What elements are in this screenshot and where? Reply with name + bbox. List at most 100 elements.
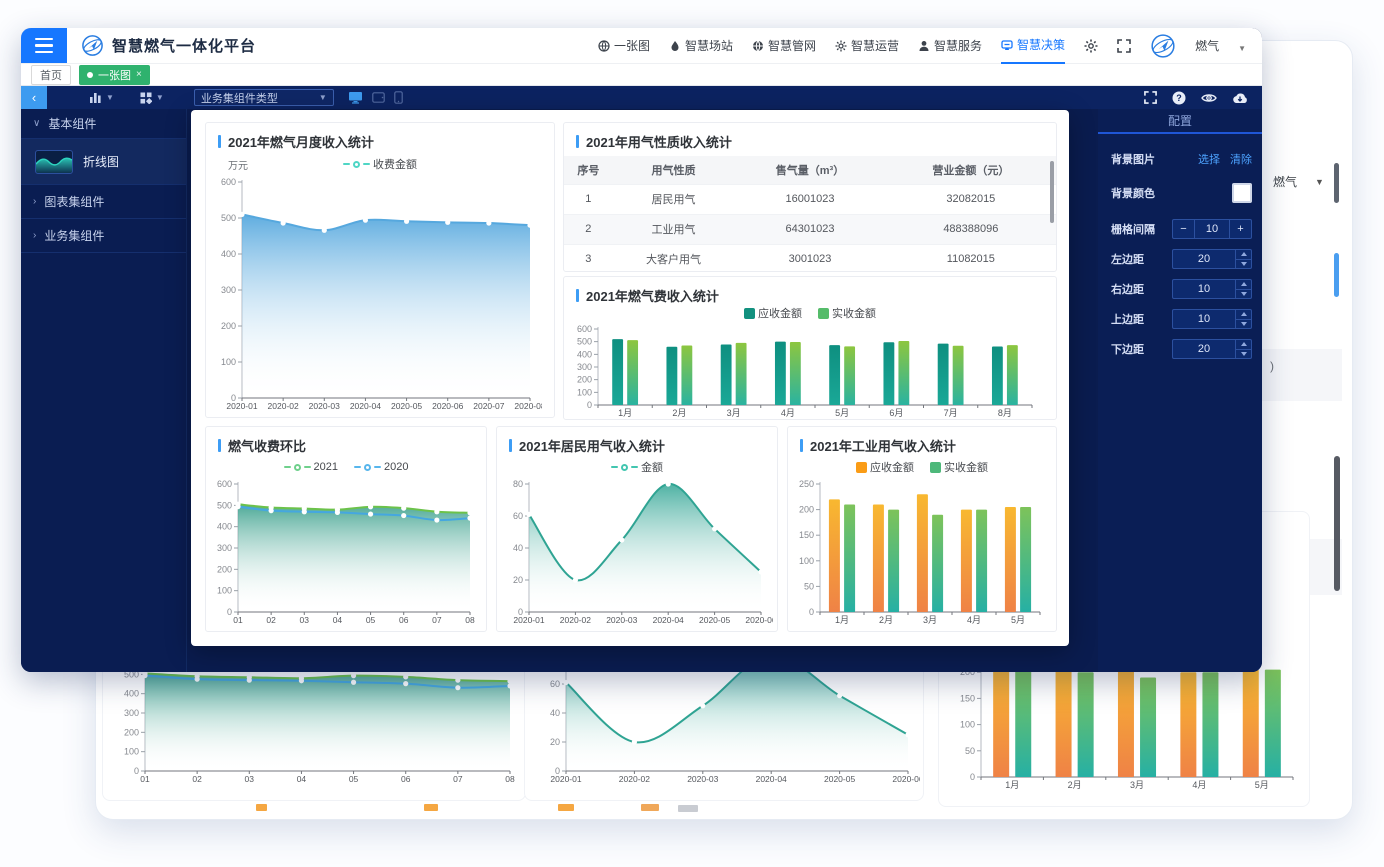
- table-row[interactable]: 2工业用气64301023488388096: [564, 214, 1056, 244]
- bg-legend-fragment: [641, 804, 659, 811]
- huanbi-chart[interactable]: 01002003004005006000102030405060708: [206, 476, 486, 632]
- margin-right-label: 右边距: [1111, 281, 1144, 297]
- settings-gear-icon[interactable]: [1084, 39, 1098, 53]
- chevron-right-icon: ›: [33, 196, 36, 207]
- nav-item-decision[interactable]: 智慧决策: [1001, 28, 1065, 64]
- margin-left-input[interactable]: 20: [1172, 249, 1252, 269]
- svg-text:03: 03: [300, 615, 310, 625]
- legend-item[interactable]: 金额: [611, 459, 663, 475]
- sidebar-group-chartset[interactable]: › 图表集组件: [21, 185, 186, 219]
- bg-image-clear-link[interactable]: 清除: [1230, 151, 1252, 167]
- config-panel-title: 配置: [1098, 109, 1262, 134]
- spin-up-icon[interactable]: [1236, 280, 1251, 289]
- nav-item-operation[interactable]: 智慧运营: [835, 28, 899, 64]
- table-cell: 居民用气: [613, 184, 735, 214]
- spin-up-icon[interactable]: [1236, 310, 1251, 319]
- bg-image-choose-link[interactable]: 选择: [1198, 151, 1220, 167]
- fee-income-chart[interactable]: 01002003004005006001月2月3月4月5月6月7月8月: [564, 321, 1056, 420]
- monthly-income-chart[interactable]: 01002003004005006002020-012020-022020-03…: [206, 174, 554, 418]
- phone-icon[interactable]: [394, 91, 403, 104]
- nav-item-service[interactable]: 智慧服务: [918, 28, 982, 64]
- svg-text:600: 600: [217, 479, 232, 489]
- margin-top-label: 上边距: [1111, 311, 1144, 327]
- svg-text:40: 40: [513, 543, 523, 553]
- sidebar-item-line-chart[interactable]: 折线图: [21, 139, 186, 185]
- preview-eye-icon[interactable]: [1201, 92, 1217, 104]
- help-icon[interactable]: ?: [1172, 91, 1186, 105]
- table-row[interactable]: 3大客户用气300102311082015: [564, 244, 1056, 272]
- svg-text:100: 100: [799, 556, 814, 566]
- spin-down-icon[interactable]: [1236, 349, 1251, 359]
- grid-gap-value[interactable]: 10: [1195, 220, 1229, 238]
- legend-swatch: [930, 462, 941, 473]
- chart-legend: 金额: [611, 459, 663, 475]
- nav-item-station[interactable]: 智慧场站: [669, 28, 733, 64]
- stepper-minus-button[interactable]: −: [1173, 220, 1195, 238]
- legend-swatch: [744, 308, 755, 319]
- margin-right-input[interactable]: 10: [1172, 279, 1252, 299]
- svg-text:02: 02: [192, 774, 202, 784]
- spin-down-icon[interactable]: [1236, 289, 1251, 299]
- grid-gap-label: 栅格间隔: [1111, 221, 1155, 237]
- svg-text:600: 600: [221, 177, 236, 187]
- nav-label: 智慧决策: [1017, 36, 1065, 53]
- title-accent-bar: [218, 135, 221, 148]
- legend-ring-marker: [364, 464, 371, 471]
- chart-legend: 2021 2020: [284, 461, 409, 473]
- table-scrollbar-thumb[interactable]: [1050, 161, 1054, 223]
- svg-text:2月: 2月: [672, 408, 686, 418]
- legend-item[interactable]: 收费金额: [343, 156, 417, 172]
- collapse-sidebar-button[interactable]: ‹: [21, 86, 47, 109]
- fullscreen-icon[interactable]: [1117, 39, 1131, 53]
- expand-icon[interactable]: [1144, 91, 1157, 104]
- tablet-icon[interactable]: [372, 92, 385, 103]
- spin-up-icon[interactable]: [1236, 340, 1251, 349]
- bg-table-fragment: ): [1270, 359, 1274, 373]
- tab-one-map[interactable]: 一张图 ×: [79, 65, 150, 85]
- legend-item[interactable]: 2021: [284, 461, 338, 473]
- spin-down-icon[interactable]: [1236, 259, 1251, 269]
- caret-down-icon[interactable]: ▼: [1238, 44, 1246, 53]
- table-cell: 64301023: [734, 214, 885, 244]
- table-cell: 工业用气: [613, 214, 735, 244]
- margin-left-label: 左边距: [1111, 251, 1144, 267]
- margin-bottom-input[interactable]: 20: [1172, 339, 1252, 359]
- tab-close-icon[interactable]: ×: [136, 69, 142, 80]
- bg-scrollbar-top[interactable]: [1334, 163, 1339, 203]
- sidebar-group-business[interactable]: › 业务集组件: [21, 219, 186, 253]
- bg-scrollbar-thumb[interactable]: [1334, 456, 1340, 591]
- menu-toggle-button[interactable]: [21, 28, 67, 63]
- product-select[interactable]: 燃气: [1195, 37, 1219, 54]
- brand: 智慧燃气一体化平台: [67, 28, 256, 63]
- industrial-chart[interactable]: 0501001502002501月2月3月4月5月: [788, 476, 1056, 632]
- bg-color-swatch[interactable]: [1232, 183, 1252, 203]
- margin-top-input[interactable]: 10: [1172, 309, 1252, 329]
- component-type-select[interactable]: 业务集组件类型 ▼: [194, 89, 334, 106]
- legend-label: 收费金额: [373, 156, 417, 172]
- svg-text:300: 300: [217, 543, 232, 553]
- table-row[interactable]: 1居民用气1600102332082015: [564, 184, 1056, 214]
- legend-label: 应收金额: [870, 459, 914, 475]
- widget-components-button[interactable]: ▼: [140, 92, 164, 104]
- legend-item[interactable]: 实收金额: [930, 459, 988, 475]
- svg-text:3月: 3月: [727, 408, 741, 418]
- nav-label: 智慧场站: [685, 37, 733, 54]
- legend-item[interactable]: 2020: [354, 461, 408, 473]
- nav-item-pipeline[interactable]: 智慧管网: [752, 28, 816, 64]
- legend-item[interactable]: 应收金额: [856, 459, 914, 475]
- spin-down-icon[interactable]: [1236, 319, 1251, 329]
- chart-components-button[interactable]: ▼: [89, 92, 114, 104]
- cloud-save-icon[interactable]: [1232, 92, 1248, 104]
- breadcrumb-home[interactable]: 首页: [31, 65, 71, 85]
- table-cell: 488388096: [886, 214, 1056, 244]
- spin-up-icon[interactable]: [1236, 250, 1251, 259]
- residential-chart[interactable]: 0204060802020-012020-022020-032020-04202…: [497, 476, 777, 632]
- stepper-plus-button[interactable]: +: [1229, 220, 1251, 238]
- legend-item[interactable]: 应收金额: [744, 305, 802, 321]
- svg-text:500: 500: [217, 500, 232, 510]
- bg-product-select[interactable]: 燃气 ▼: [1273, 173, 1324, 190]
- legend-item[interactable]: 实收金额: [818, 305, 876, 321]
- sidebar-group-basic[interactable]: ∨ 基本组件: [21, 109, 186, 139]
- desktop-icon[interactable]: [348, 91, 363, 104]
- nav-item-one-map[interactable]: 一张图: [598, 28, 650, 64]
